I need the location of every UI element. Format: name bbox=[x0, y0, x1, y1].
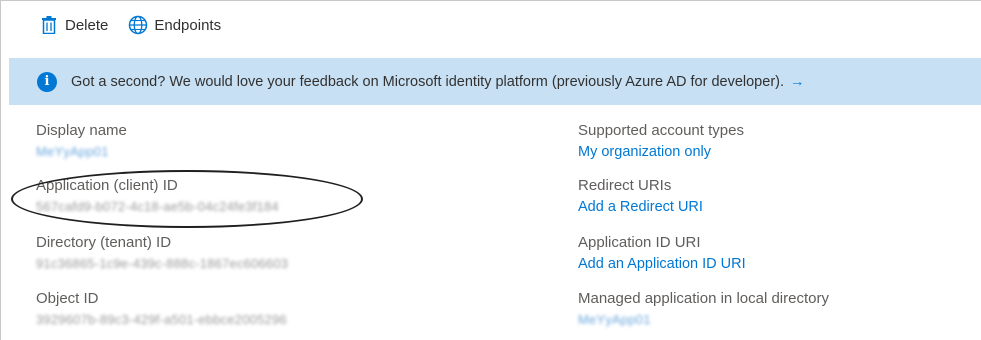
delete-label: Delete bbox=[65, 16, 109, 34]
account-types-link[interactable]: My organization only bbox=[578, 142, 744, 162]
object-id-value: 3929607b-89c3-429f-a501-ebbce2005296 bbox=[36, 312, 287, 327]
account-types-field: Supported account types My organization … bbox=[578, 121, 744, 162]
info-icon: i bbox=[37, 71, 57, 92]
display-name-field: Display name MeYyApp01 bbox=[36, 121, 127, 162]
banner-text: Got a second? We would love your feedbac… bbox=[71, 73, 784, 90]
feedback-banner: i Got a second? We would love your feedb… bbox=[9, 58, 981, 105]
banner-arrow-link[interactable]: → bbox=[790, 74, 805, 90]
globe-icon bbox=[128, 15, 148, 35]
client-id-value: 567cafd9-b072-4c18-ae5b-04c24fe3f184 bbox=[36, 199, 279, 214]
trash-icon bbox=[39, 15, 59, 35]
delete-button[interactable]: Delete bbox=[39, 15, 108, 35]
managed-app-label: Managed application in local directory bbox=[578, 290, 829, 307]
endpoints-button[interactable]: Endpoints bbox=[128, 15, 221, 35]
object-id-label: Object ID bbox=[36, 290, 99, 307]
endpoints-label: Endpoints bbox=[154, 16, 222, 34]
add-app-id-uri-link[interactable]: Add an Application ID URI bbox=[578, 254, 746, 274]
client-id-label: Application (client) ID bbox=[36, 177, 178, 194]
client-id-field: Application (client) ID 567cafd9-b072-4c… bbox=[36, 176, 279, 217]
tenant-id-label: Directory (tenant) ID bbox=[36, 234, 172, 251]
account-types-label: Supported account types bbox=[578, 122, 744, 139]
command-bar: Delete Endpoints bbox=[1, 1, 981, 49]
tenant-id-value: 91c36865-1c9e-439c-888c-1867ec606603 bbox=[36, 256, 289, 271]
app-id-uri-field: Application ID URI Add an Application ID… bbox=[578, 233, 746, 274]
managed-app-field: Managed application in local directory M… bbox=[578, 289, 829, 330]
tenant-id-field: Directory (tenant) ID 91c36865-1c9e-439c… bbox=[36, 233, 288, 274]
add-redirect-uri-link[interactable]: Add a Redirect URI bbox=[578, 197, 703, 217]
display-name-label: Display name bbox=[36, 122, 127, 139]
display-name-value[interactable]: MeYyApp01 bbox=[36, 142, 127, 162]
object-id-field: Object ID 3929607b-89c3-429f-a501-ebbce2… bbox=[36, 289, 287, 330]
managed-app-link[interactable]: MeYyApp01 bbox=[578, 310, 829, 330]
app-id-uri-label: Application ID URI bbox=[578, 234, 701, 251]
redirect-uris-label: Redirect URIs bbox=[578, 177, 672, 194]
redirect-uris-field: Redirect URIs Add a Redirect URI bbox=[578, 176, 703, 217]
app-overview-panel: Delete Endpoints i Got a second? We woul… bbox=[0, 0, 981, 340]
